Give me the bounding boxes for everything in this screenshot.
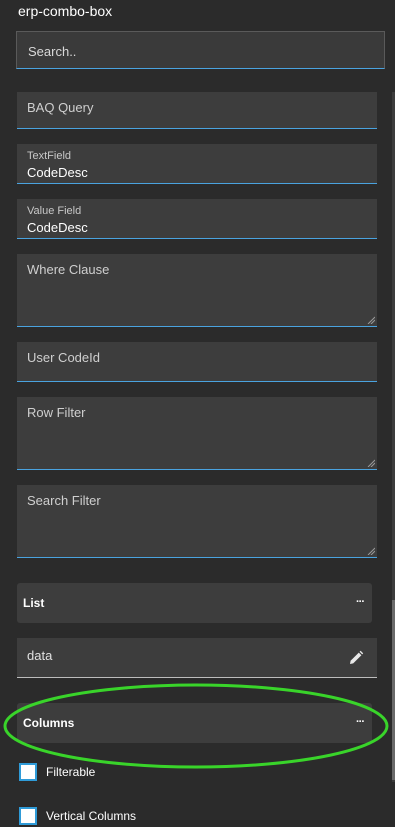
resize-handle-icon[interactable] xyxy=(367,459,375,467)
value-field-input[interactable]: Value Field CodeDesc xyxy=(17,199,377,239)
list-group-label: List xyxy=(23,596,45,610)
ellipsis-icon[interactable]: ··· xyxy=(356,596,365,608)
data-field-value: data xyxy=(27,648,53,663)
columns-group-label: Columns xyxy=(23,716,75,730)
text-field-input[interactable]: TextField CodeDesc xyxy=(17,144,377,184)
vertical-columns-checkbox-row[interactable]: Vertical Columns xyxy=(19,807,219,827)
baq-query-label: BAQ Query xyxy=(27,100,94,115)
where-clause-label: Where Clause xyxy=(27,262,110,277)
user-codeid-label: User CodeId xyxy=(27,350,100,365)
vertical-columns-checkbox[interactable] xyxy=(19,807,37,825)
ellipsis-icon[interactable]: ··· xyxy=(356,716,365,728)
row-filter-textarea[interactable]: Row Filter xyxy=(17,397,377,470)
filterable-checkbox-row[interactable]: Filterable xyxy=(19,763,219,783)
search-input[interactable]: Search.. xyxy=(16,31,385,69)
vertical-columns-label: Vertical Columns xyxy=(46,809,137,823)
user-codeid-field[interactable]: User CodeId xyxy=(17,342,377,382)
filterable-checkbox[interactable] xyxy=(19,763,37,781)
pencil-icon[interactable] xyxy=(347,649,365,667)
filterable-label: Filterable xyxy=(46,765,96,779)
text-field-label: TextField xyxy=(27,150,72,162)
resize-handle-icon[interactable] xyxy=(367,316,375,324)
where-clause-textarea[interactable]: Where Clause xyxy=(17,254,377,327)
resize-handle-icon[interactable] xyxy=(367,547,375,555)
search-filter-label: Search Filter xyxy=(27,493,101,508)
text-field-value: CodeDesc xyxy=(27,165,88,180)
columns-group-header[interactable]: Columns ··· xyxy=(17,703,372,743)
search-filter-textarea[interactable]: Search Filter xyxy=(17,485,377,558)
baq-query-field[interactable]: BAQ Query xyxy=(17,92,377,129)
value-field-value: CodeDesc xyxy=(27,220,88,235)
search-placeholder: Search.. xyxy=(28,44,77,59)
list-group-header[interactable]: List ··· xyxy=(17,583,372,623)
value-field-label: Value Field xyxy=(27,205,82,217)
panel-title: erp-combo-box xyxy=(18,3,113,19)
row-filter-label: Row Filter xyxy=(27,405,86,420)
data-field[interactable]: data xyxy=(17,638,377,678)
